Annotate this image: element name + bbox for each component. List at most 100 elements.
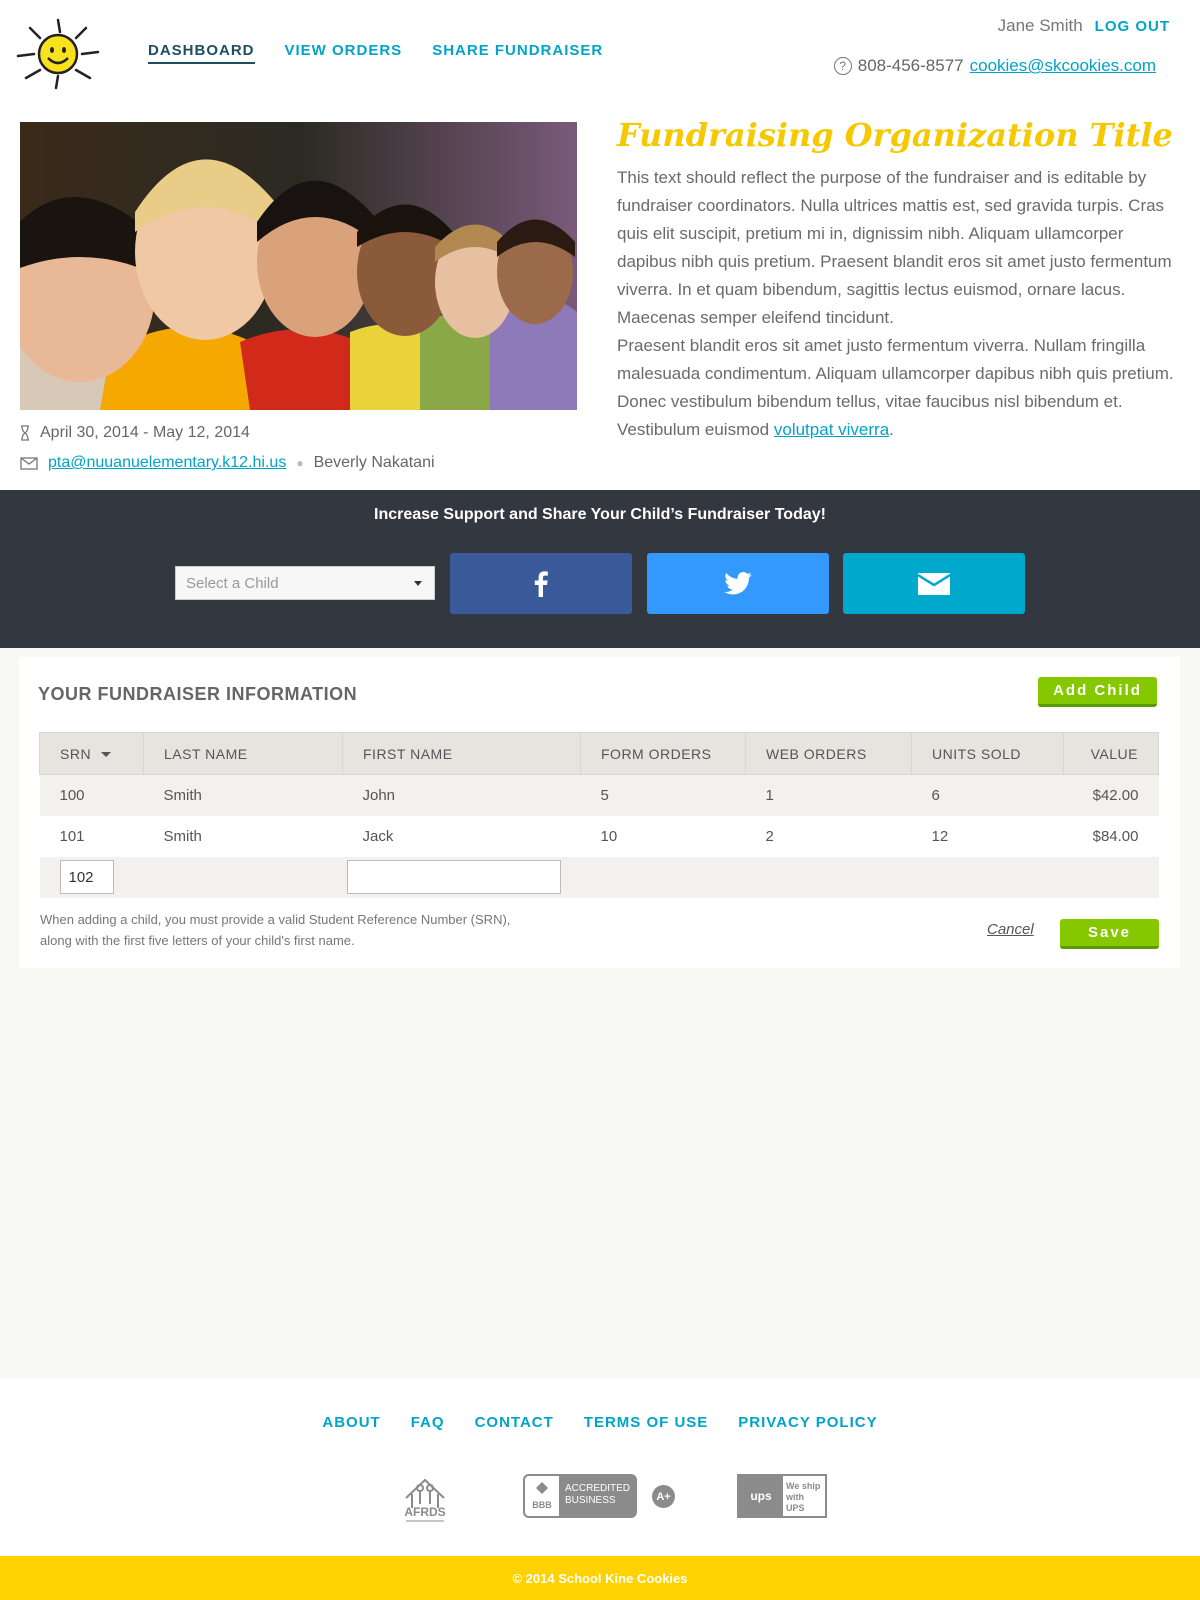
fundraiser-table: SRN LAST NAME FIRST NAME FORM ORDERS WEB… [39,732,1159,898]
save-button[interactable]: Save [1060,919,1159,949]
cell-last-name: Smith [143,774,343,816]
cell-empty [911,856,1064,898]
nav-share-fundraiser[interactable]: SHARE FUNDRAISER [432,42,603,64]
copyright-bar: © 2014 School Kine Cookies [0,1556,1200,1600]
email-icon [918,572,950,595]
hourglass-icon [21,425,29,441]
column-value: VALUE [1063,732,1159,775]
cell-web-orders: 2 [765,827,774,845]
footer-nav: ABOUT FAQ CONTACT TERMS OF USE PRIVACY P… [0,1414,1200,1431]
description-paragraph-3: Praesent blandit eros sit amet justo fer… [617,332,1177,444]
footer-link-faq[interactable]: FAQ [411,1414,445,1431]
cell-units-sold: 12 [931,827,949,845]
cell-units-sold: 6 [911,774,1064,816]
user-name: Jane Smith [997,16,1083,35]
add-child-button[interactable]: Add Child [1038,677,1157,707]
twitter-icon [724,572,752,595]
table-header-row: SRN LAST NAME FIRST NAME FORM ORDERS WEB… [39,732,1159,775]
fundraiser-info-card: YOUR FUNDRAISER INFORMATION Add Child SR… [19,657,1180,968]
cell-srn: 100 [39,774,144,816]
description-paragraph-1: This text should reflect the purpose of … [617,168,1172,299]
cell-empty [580,856,746,898]
cancel-link[interactable]: Cancel [987,921,1034,938]
share-email-button[interactable] [843,553,1025,614]
volutpat-viverra-link[interactable]: volutpat viverra [774,420,889,439]
afrds-label: AFRDS [404,1505,445,1519]
column-srn[interactable]: SRN [39,732,144,775]
afrds-badge-icon: AFRDS [396,1468,454,1524]
first-name-input[interactable] [346,860,561,894]
ups-badge: ups We ship with UPS [737,1474,827,1518]
cell-srn: 101 [59,827,85,845]
organization-title: Fundraising Organization Title [617,116,1173,154]
sun-logo-icon[interactable] [16,18,100,90]
footer-link-about[interactable]: ABOUT [322,1414,380,1431]
bbb-accredited-badge: BBB ACCREDITED BUSINESS [523,1474,637,1518]
date-range: April 30, 2014 - May 12, 2014 [40,424,250,441]
date-row: April 30, 2014 - May 12, 2014 [20,418,435,448]
select-child-placeholder: Select a Child [186,575,279,592]
support-contact: ? 808-456-8577 cookies@skcookies.com [833,56,1156,76]
contact-row: pta@nuuanuelementary.k12.hi.us ● Beverly… [20,448,435,478]
paragraph-3-text: Praesent blandit eros sit amet justo fer… [617,336,1174,439]
share-title: Increase Support and Share Your Child’s … [374,506,826,523]
coordinator-name: Beverly Nakatani [313,454,435,471]
cell-value: $84.00 [1092,827,1139,845]
cell-form-orders: 5 [580,774,746,816]
fundraiser-info-title: YOUR FUNDRAISER INFORMATION [38,684,358,704]
question-circle-icon[interactable]: ? [833,57,852,75]
footer-link-privacy[interactable]: PRIVACY POLICY [738,1414,877,1431]
new-child-row [39,856,1159,898]
coordinator-email-link[interactable]: pta@nuuanuelementary.k12.hi.us [48,454,286,472]
footer-link-terms[interactable]: TERMS OF USE [584,1414,709,1431]
share-twitter-button[interactable] [647,553,829,614]
column-form-orders: FORM ORDERS [580,732,746,775]
column-last-name: LAST NAME [143,732,343,775]
logout-link[interactable]: LOG OUT [1095,18,1170,35]
paragraph-3-end: . [889,420,894,439]
bbb-logo-text: BBB [532,1500,552,1510]
envelope-icon [20,456,38,470]
select-child-dropdown[interactable]: Select a Child [175,566,435,600]
bbb-logo-icon: BBB [523,1474,561,1518]
column-srn-label: SRN [60,745,92,762]
support-email-link[interactable]: cookies@skcookies.com [970,56,1156,76]
ups-text: We ship with UPS [783,1476,825,1516]
share-facebook-button[interactable] [450,553,632,614]
cell-form-orders: 10 [600,827,618,845]
cell-first-name: Jack [362,827,394,845]
column-units-sold: UNITS SOLD [911,732,1064,775]
fundraiser-hero: April 30, 2014 - May 12, 2014 pta@nuuanu… [0,112,1200,490]
cell-empty [745,856,912,898]
bbb-text-line-1: ACCREDITED [565,1483,631,1494]
column-first-name: FIRST NAME [342,732,581,775]
bbb-text: ACCREDITED BUSINESS [561,1474,637,1518]
user-area: Jane Smith LOG OUT [998,16,1170,36]
column-web-orders: WEB ORDERS [745,732,912,775]
cell-first-name-input [342,856,581,898]
cell-empty [1063,856,1159,898]
sort-caret-icon [101,752,112,758]
ups-text-line-1: We ship [786,1481,821,1491]
description-paragraph-2: Maecenas semper eleifend tincidunt. [617,308,894,327]
nav-dashboard[interactable]: DASHBOARD [148,42,255,64]
cell-last-name: Smith [163,827,202,845]
main-nav: DASHBOARD VIEW ORDERS SHARE FUNDRAISER [148,42,603,64]
cell-first-name: John [342,774,581,816]
share-band: Increase Support and Share Your Child’s … [0,490,1200,648]
table-row: 101 Smith Jack 10 2 12 $84.00 [40,816,1159,857]
footer-link-contact[interactable]: CONTACT [475,1414,554,1431]
facebook-icon [534,570,548,597]
bbb-rating-badge: A+ [652,1485,675,1508]
trust-badges: AFRDS BBB ACCREDITED BUSINESS A+ ups We … [0,1468,1200,1524]
ups-text-line-2: with UPS [786,1492,805,1513]
bbb-text-line-2: BUSINESS [565,1495,616,1506]
separator-dot: ● [296,456,304,470]
children-photo [20,122,577,410]
srn-input[interactable] [59,860,114,894]
fundraiser-meta: April 30, 2014 - May 12, 2014 pta@nuuanu… [20,418,435,478]
cell-empty [143,856,343,898]
caret-down-icon [414,581,422,586]
nav-view-orders[interactable]: VIEW ORDERS [285,42,403,64]
cell-value: $42.00 [1063,774,1159,816]
